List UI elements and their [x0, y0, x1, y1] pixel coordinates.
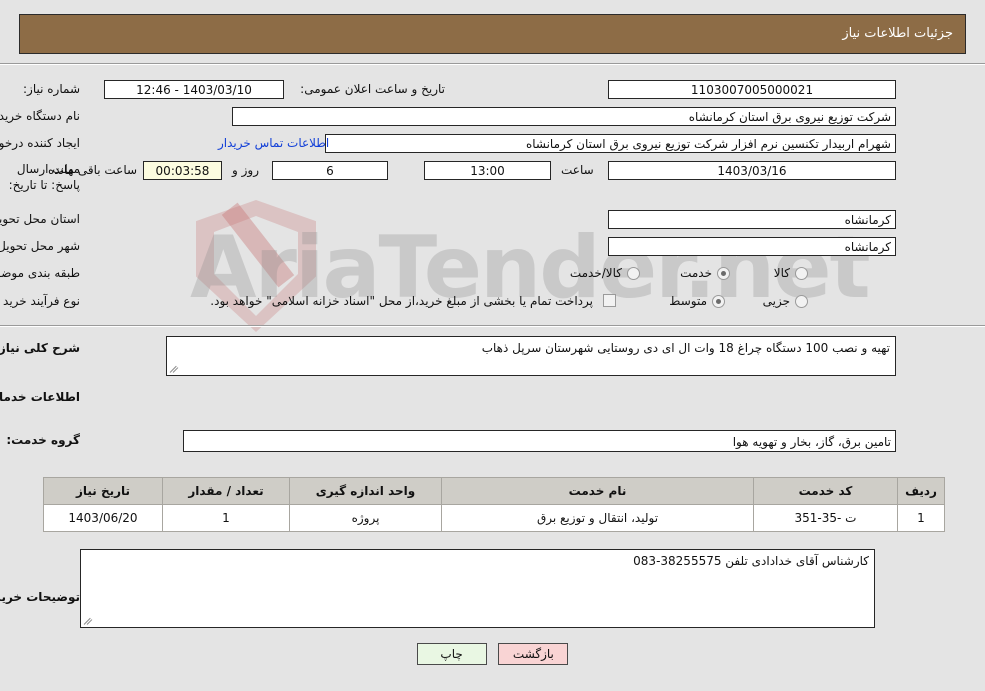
print-button[interactable]: چاپ	[416, 643, 487, 665]
back-button[interactable]: بازگشت	[498, 643, 569, 665]
deadline-days-suffix: روز و	[232, 163, 259, 177]
th-quantity: تعداد / مقدار	[162, 477, 290, 505]
subject-category-label: طبقه بندی موضوعی:	[0, 266, 80, 280]
need-description-value: تهیه و نصب 100 دستگاه چراغ 18 وات ال ای …	[481, 341, 890, 355]
radio-option-khedmat[interactable]: خدمت	[680, 262, 730, 284]
deadline-countdown-value: 00:03:58	[143, 161, 222, 180]
deadline-days-value: 6	[272, 161, 388, 180]
buyer-notes-textarea[interactable]: کارشناس آقای خدادادی تلفن 38255575-083	[80, 549, 875, 628]
row-subject-category: طبقه بندی موضوعی: کالا خدمت کالا/خدمت	[0, 262, 985, 284]
cell-service-code: ت -35-351	[753, 504, 898, 532]
radio-option-kala[interactable]: کالا	[774, 262, 808, 284]
radio-kala-label: کالا	[773, 266, 790, 280]
treasury-checkbox[interactable]	[603, 294, 616, 307]
th-unit: واحد اندازه گیری	[289, 477, 442, 505]
row-purchase-process: نوع فرآیند خرید : جزیی متوسط پرداخت تمام…	[0, 290, 985, 312]
delivery-city-value: کرمانشاه	[608, 237, 896, 256]
treasury-note-text: پرداخت تمام یا بخشی از مبلغ خرید،از محل …	[210, 294, 593, 308]
need-description-label: شرح کلی نیاز:	[0, 341, 80, 355]
request-creator-label: ایجاد کننده درخواست:	[0, 136, 80, 150]
buyer-notes-value: کارشناس آقای خدادادی تلفن 38255575-083	[633, 554, 869, 568]
buyer-notes-label: توضیحات خریدار:	[0, 590, 80, 604]
page-title: جزئیات اطلاعات نیاز	[842, 26, 953, 41]
radio-motevaset-label: متوسط	[669, 294, 707, 308]
radio-khedmat-label: خدمت	[680, 266, 712, 280]
cell-unit: پروژه	[289, 504, 442, 532]
divider-mid	[0, 325, 985, 327]
row-request-creator: ایجاد کننده درخواست: شهرام اربیدار تکنسی…	[0, 132, 985, 154]
service-group-label: گروه خدمت:	[6, 433, 80, 447]
purchase-process-label: نوع فرآیند خرید :	[0, 294, 80, 308]
footer-actions: بازگشت چاپ	[0, 643, 985, 665]
page-header: جزئیات اطلاعات نیاز	[19, 14, 966, 54]
need-description-resize-handle[interactable]	[169, 362, 181, 374]
service-group-value: تامین برق، گاز، بخار و تهویه هوا	[183, 430, 896, 452]
cell-quantity: 1	[162, 504, 290, 532]
divider-top	[0, 63, 985, 65]
th-radif: ردیف	[897, 477, 945, 505]
th-need-date: تاریخ نیاز	[43, 477, 163, 505]
radio-kala-khedmat-icon[interactable]	[627, 267, 640, 280]
services-section-title: اطلاعات خدمات مورد نیاز	[0, 390, 80, 404]
need-description-textarea[interactable]: تهیه و نصب 100 دستگاه چراغ 18 وات ال ای …	[166, 336, 896, 376]
announce-datetime-label: تاریخ و ساعت اعلان عمومی:	[300, 82, 445, 96]
row-deadline: مهلت ارسال پاسخ: تا تاریخ: 1403/03/16 سا…	[0, 159, 985, 199]
row-delivery-province: استان محل تحویل: کرمانشاه	[0, 208, 985, 230]
table-row: 1 ت -35-351 تولید، انتقال و توزیع برق پر…	[43, 504, 945, 532]
buyer-notes-resize-handle[interactable]	[83, 614, 95, 626]
buyer-org-label: نام دستگاه خریدار:	[0, 109, 80, 123]
services-table: ردیف کد خدمت نام خدمت واحد اندازه گیری ت…	[43, 477, 945, 532]
delivery-province-value: کرمانشاه	[608, 210, 896, 229]
need-number-value: 1103007005000021	[608, 80, 896, 99]
row-buyer-org: نام دستگاه خریدار: شرکت توزیع نیروی برق …	[0, 105, 985, 127]
cell-service-name: تولید، انتقال و توزیع برق	[441, 504, 754, 532]
radio-kala-khedmat-label: کالا/خدمت	[569, 266, 622, 280]
deadline-time-label: ساعت	[561, 163, 594, 177]
row-delivery-city: شهر محل تحویل: کرمانشاه	[0, 235, 985, 257]
radio-kala-icon[interactable]	[795, 267, 808, 280]
table-header-row: ردیف کد خدمت نام خدمت واحد اندازه گیری ت…	[43, 477, 945, 505]
deadline-countdown-suffix: ساعت باقی مانده	[48, 163, 138, 177]
radio-option-motevaset[interactable]: متوسط	[669, 290, 725, 312]
buyer-org-value: شرکت توزیع نیروی برق استان کرمانشاه	[232, 107, 896, 126]
need-number-label: شماره نیاز:	[23, 82, 80, 96]
cell-need-date: 1403/06/20	[43, 504, 163, 532]
radio-motevaset-icon[interactable]	[712, 295, 725, 308]
radio-option-jozii[interactable]: جزیی	[763, 290, 808, 312]
radio-jozii-icon[interactable]	[795, 295, 808, 308]
delivery-city-label: شهر محل تحویل:	[0, 239, 80, 253]
buyer-contact-link[interactable]: اطلاعات تماس خریدار	[218, 132, 329, 154]
request-creator-value: شهرام اربیدار تکنسین نرم افزار شرکت توزی…	[325, 134, 896, 153]
delivery-province-label: استان محل تحویل:	[0, 212, 80, 226]
announce-datetime-value: 1403/03/10 - 12:46	[104, 80, 284, 99]
th-service-name: نام خدمت	[441, 477, 754, 505]
cell-radif: 1	[897, 504, 945, 532]
radio-option-kala-khedmat[interactable]: کالا/خدمت	[570, 262, 640, 284]
deadline-time-value: 13:00	[424, 161, 551, 180]
row-need-number: شماره نیاز: 1103007005000021 تاریخ و ساع…	[0, 78, 985, 100]
deadline-date-value: 1403/03/16	[608, 161, 896, 180]
th-service-code: کد خدمت	[753, 477, 898, 505]
radio-khedmat-icon[interactable]	[717, 267, 730, 280]
radio-jozii-label: جزیی	[762, 294, 790, 308]
